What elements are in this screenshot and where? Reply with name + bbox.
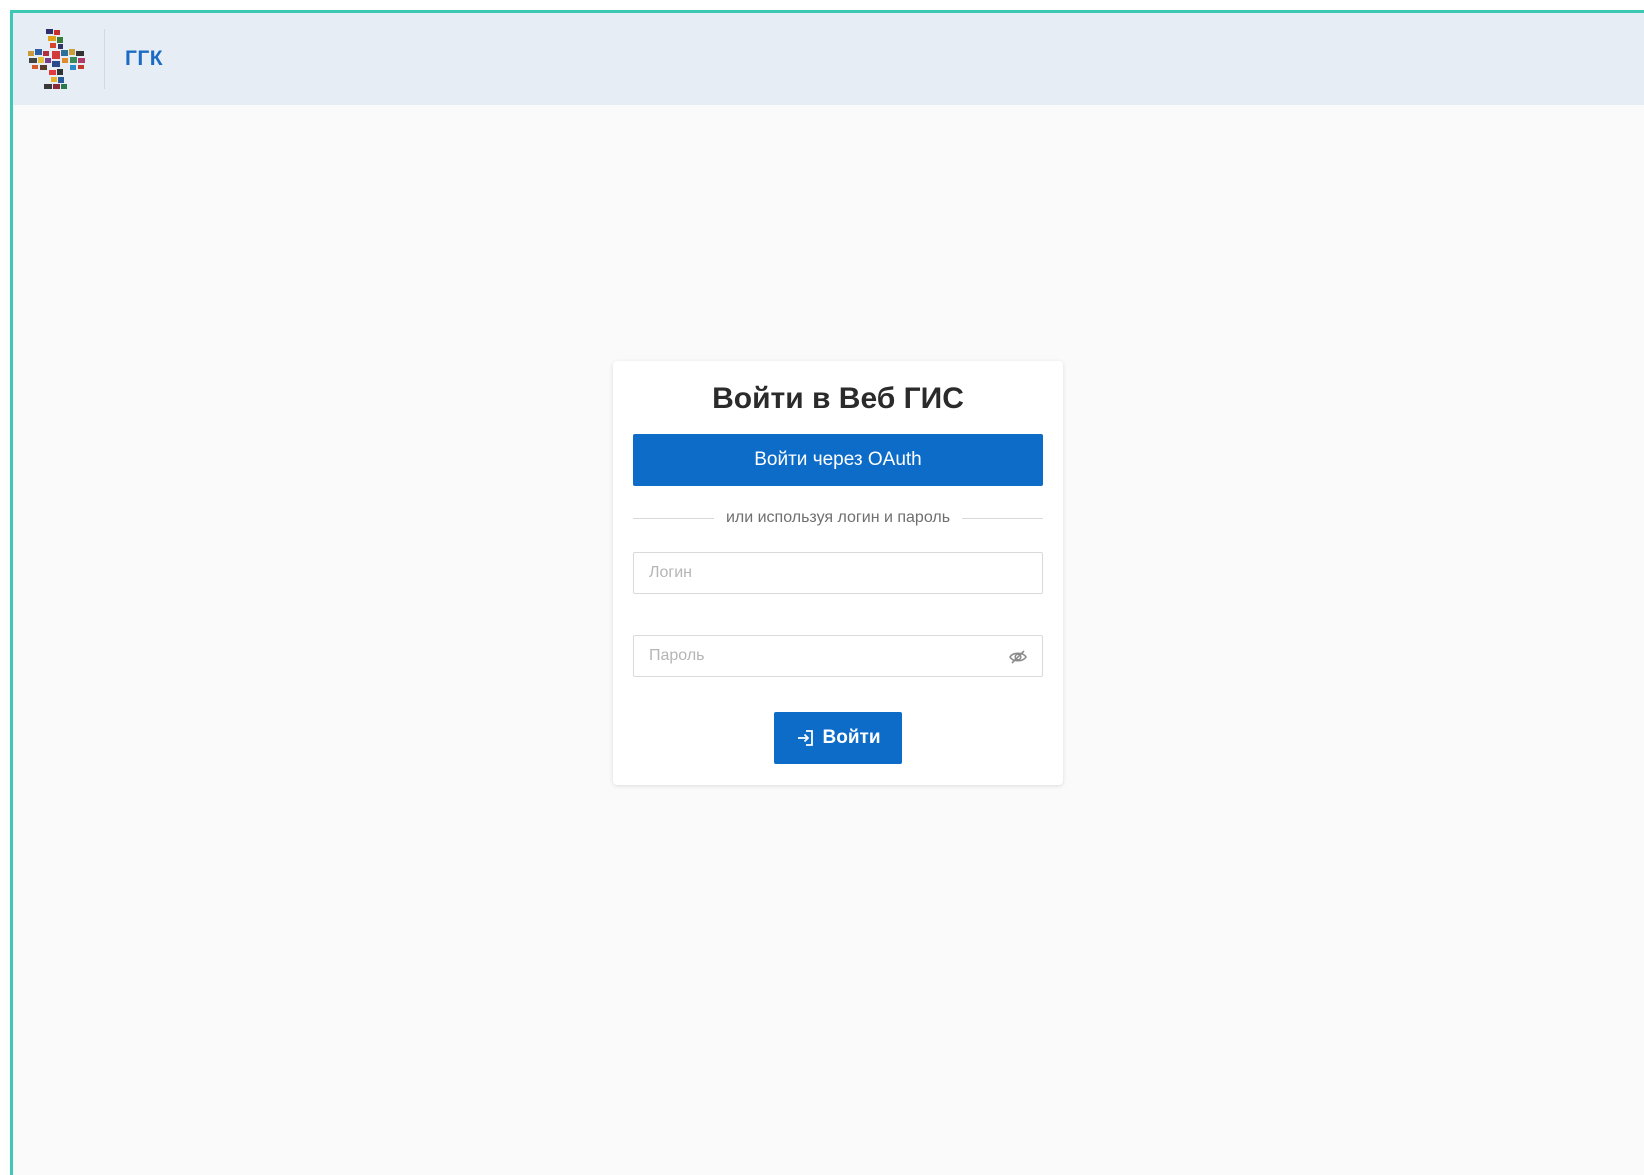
login-field-wrapper (633, 552, 1043, 594)
logo[interactable] (26, 27, 90, 91)
top-bar: ГГК (13, 13, 1644, 105)
password-input[interactable] (634, 636, 1042, 676)
login-separator: или используя логин и пароль (633, 508, 1043, 528)
submit-login-label: Войти (822, 727, 881, 748)
password-field-wrapper (633, 635, 1043, 677)
submit-login-button[interactable]: Войти (774, 712, 902, 764)
separator-text: или используя логин и пароль (725, 509, 951, 526)
app-window: ГГК Войти в Веб ГИС Войти через OAuth ил… (10, 10, 1644, 1175)
separator-line-right (962, 517, 1043, 519)
login-card: Войти в Веб ГИС Войти через OAuth или ис… (613, 361, 1063, 785)
login-title: Войти в Веб ГИС (712, 382, 964, 415)
sign-in-icon (796, 728, 816, 748)
header-divider (104, 29, 105, 89)
eye-slash-icon[interactable] (1008, 647, 1028, 667)
mosaic-cross-logo-icon (28, 29, 85, 89)
login-input[interactable] (634, 553, 1042, 593)
app-name[interactable]: ГГК (125, 47, 163, 71)
separator-line-left (633, 517, 714, 519)
oauth-login-button[interactable]: Войти через OAuth (633, 434, 1043, 486)
